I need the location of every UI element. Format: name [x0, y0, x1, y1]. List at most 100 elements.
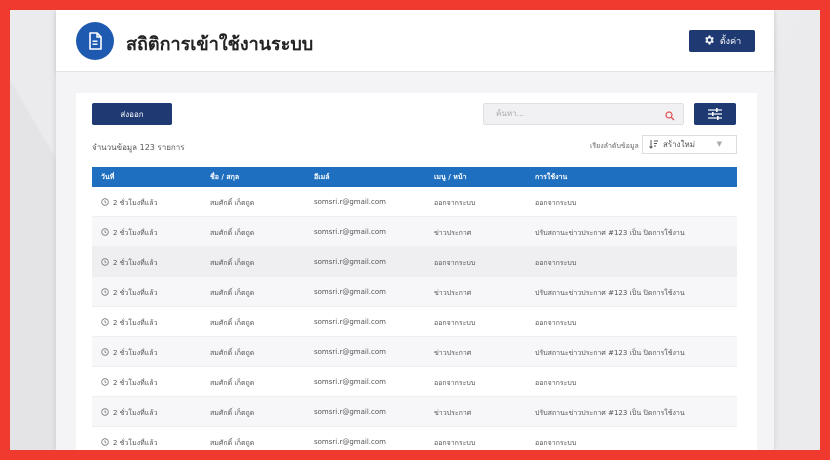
date-text: 2 ชั่วโมงที่แล้ว	[113, 289, 158, 297]
table-row[interactable]: 2 ชั่วโมงที่แล้ว สมศักดิ์ เก็ตถูด somsri.r…	[92, 337, 737, 367]
cell-name: สมศักดิ์ เก็ตถูด	[210, 349, 255, 357]
cell-menu: ออกจากระบบ	[434, 259, 476, 267]
cell-date: 2 ชั่วโมงที่แล้ว	[101, 318, 158, 329]
sort-label: เรียงลำดับข้อมูล	[590, 142, 639, 150]
cell-date: 2 ชั่วโมงที่แล้ว	[101, 348, 158, 359]
stage: สถิติการเข้าใช้งานระบบ ตั้งค่า ส่งออก ค้…	[10, 10, 820, 450]
cell-menu: ข่าวประกาศ	[434, 289, 472, 297]
sort-select[interactable]: สร้างใหม่ ▼	[642, 135, 737, 154]
document-icon	[76, 22, 114, 60]
cell-email: somsri.r@gmail.com	[314, 228, 386, 236]
page-header: สถิติการเข้าใช้งานระบบ ตั้งค่า	[56, 10, 774, 72]
table-row[interactable]: 2 ชั่วโมงที่แล้ว สมศักดิ์ เก็ตถูด somsri.r…	[92, 247, 737, 277]
cell-name: สมศักดิ์ เก็ตถูด	[210, 379, 255, 387]
table-row[interactable]: 2 ชั่วโมงที่แล้ว สมศักดิ์ เก็ตถูด somsri.r…	[92, 277, 737, 307]
cell-name: สมศักดิ์ เก็ตถูด	[210, 229, 255, 237]
clock-icon	[101, 198, 109, 208]
date-text: 2 ชั่วโมงที่แล้ว	[113, 349, 158, 357]
cell-email: somsri.r@gmail.com	[314, 408, 386, 416]
cell-action: ปรับสถานะข่าวประกาศ #123 เป็น ปิดการใช้ง…	[535, 409, 685, 417]
settings-button[interactable]: ตั้งค่า	[689, 30, 755, 52]
cell-action: ปรับสถานะข่าวประกาศ #123 เป็น ปิดการใช้ง…	[535, 229, 685, 237]
cell-action: ออกจากระบบ	[535, 259, 577, 267]
cell-action: ปรับสถานะข่าวประกาศ #123 เป็น ปิดการใช้ง…	[535, 349, 685, 357]
sort-value: สร้างใหม่	[663, 140, 696, 149]
cell-date: 2 ชั่วโมงที่แล้ว	[101, 438, 158, 449]
cell-menu: ข่าวประกาศ	[434, 229, 472, 237]
sliders-icon	[707, 105, 723, 124]
cell-email: somsri.r@gmail.com	[314, 348, 386, 356]
cell-date: 2 ชั่วโมงที่แล้ว	[101, 408, 158, 419]
clock-icon	[101, 258, 109, 268]
clock-icon	[101, 288, 109, 298]
cell-email: somsri.r@gmail.com	[314, 258, 386, 266]
table-header: วันที่ ชื่อ / สกุล อีเมล์ เมนู / หน้า กา…	[92, 167, 737, 187]
cell-name: สมศักดิ์ เก็ตถูด	[210, 289, 255, 297]
log-table: วันที่ ชื่อ / สกุล อีเมล์ เมนู / หน้า กา…	[92, 167, 737, 450]
cell-date: 2 ชั่วโมงที่แล้ว	[101, 378, 158, 389]
clock-icon	[101, 318, 109, 328]
cell-menu: ออกจากระบบ	[434, 319, 476, 327]
cell-email: somsri.r@gmail.com	[314, 288, 386, 296]
cell-name: สมศักดิ์ เก็ตถูด	[210, 259, 255, 267]
table-row[interactable]: 2 ชั่วโมงที่แล้ว สมศักดิ์ เก็ตถูด somsri.r…	[92, 367, 737, 397]
cell-email: somsri.r@gmail.com	[314, 378, 386, 386]
table-row[interactable]: 2 ชั่วโมงที่แล้ว สมศักดิ์ เก็ตถูด somsri.r…	[92, 187, 737, 217]
table-row[interactable]: 2 ชั่วโมงที่แล้ว สมศักดิ์ เก็ตถูด somsri.r…	[92, 217, 737, 247]
column-header-name[interactable]: ชื่อ / สกุล	[210, 172, 239, 183]
column-header-date[interactable]: วันที่	[101, 172, 114, 183]
clock-icon	[101, 438, 109, 448]
page-title: สถิติการเข้าใช้งานระบบ	[126, 34, 314, 55]
clock-icon	[101, 408, 109, 418]
filter-button[interactable]	[694, 103, 736, 125]
cell-action: ออกจากระบบ	[535, 379, 577, 387]
cell-action: ปรับสถานะข่าวประกาศ #123 เป็น ปิดการใช้ง…	[535, 289, 685, 297]
cell-name: สมศักดิ์ เก็ตถูด	[210, 199, 255, 207]
cell-email: somsri.r@gmail.com	[314, 438, 386, 446]
cell-date: 2 ชั่วโมงที่แล้ว	[101, 288, 158, 299]
date-text: 2 ชั่วโมงที่แล้ว	[113, 409, 158, 417]
cell-menu: ข่าวประกาศ	[434, 349, 472, 357]
date-text: 2 ชั่วโมงที่แล้ว	[113, 199, 158, 207]
chevron-down-icon: ▼	[716, 140, 722, 148]
column-header-menu[interactable]: เมนู / หน้า	[434, 172, 467, 183]
date-text: 2 ชั่วโมงที่แล้ว	[113, 229, 158, 237]
date-text: 2 ชั่วโมงที่แล้ว	[113, 379, 158, 387]
date-text: 2 ชั่วโมงที่แล้ว	[113, 319, 158, 327]
cell-menu: ออกจากระบบ	[434, 439, 476, 447]
cell-menu: ออกจากระบบ	[434, 199, 476, 207]
table-body: 2 ชั่วโมงที่แล้ว สมศักดิ์ เก็ตถูด somsri.r…	[92, 187, 737, 450]
cell-email: somsri.r@gmail.com	[314, 318, 386, 326]
record-count: จำนวนข้อมูล 123 รายการ	[92, 143, 185, 152]
cell-email: somsri.r@gmail.com	[314, 198, 386, 206]
app-window: สถิติการเข้าใช้งานระบบ ตั้งค่า ส่งออก ค้…	[56, 10, 774, 450]
date-text: 2 ชั่วโมงที่แล้ว	[113, 439, 158, 447]
gear-icon	[703, 34, 715, 49]
table-row[interactable]: 2 ชั่วโมงที่แล้ว สมศักดิ์ เก็ตถูด somsri.r…	[92, 307, 737, 337]
cell-date: 2 ชั่วโมงที่แล้ว	[101, 258, 158, 269]
clock-icon	[101, 348, 109, 358]
settings-label: ตั้งค่า	[719, 37, 742, 47]
search-icon[interactable]	[665, 109, 675, 129]
cell-name: สมศักดิ์ เก็ตถูด	[210, 439, 255, 447]
export-button[interactable]: ส่งออก	[92, 103, 172, 125]
cell-menu: ออกจากระบบ	[434, 379, 476, 387]
table-row[interactable]: 2 ชั่วโมงที่แล้ว สมศักดิ์ เก็ตถูด somsri.r…	[92, 397, 737, 427]
cell-name: สมศักดิ์ เก็ตถูด	[210, 409, 255, 417]
search-input[interactable]: ค้นหา...	[483, 103, 684, 125]
cell-menu: ข่าวประกาศ	[434, 409, 472, 417]
cell-action: ออกจากระบบ	[535, 199, 577, 207]
cell-date: 2 ชั่วโมงที่แล้ว	[101, 228, 158, 239]
cell-action: ออกจากระบบ	[535, 319, 577, 327]
sort-icon	[649, 139, 659, 151]
column-header-action[interactable]: การใช้งาน	[535, 172, 567, 183]
clock-icon	[101, 228, 109, 238]
cell-action: ออกจากระบบ	[535, 439, 577, 447]
cell-date: 2 ชั่วโมงที่แล้ว	[101, 198, 158, 209]
cell-name: สมศักดิ์ เก็ตถูด	[210, 319, 255, 327]
clock-icon	[101, 378, 109, 388]
table-row[interactable]: 2 ชั่วโมงที่แล้ว สมศักดิ์ เก็ตถูด somsri.r…	[92, 427, 737, 450]
date-text: 2 ชั่วโมงที่แล้ว	[113, 259, 158, 267]
column-header-email[interactable]: อีเมล์	[314, 172, 330, 183]
search-placeholder: ค้นหา...	[496, 109, 525, 118]
